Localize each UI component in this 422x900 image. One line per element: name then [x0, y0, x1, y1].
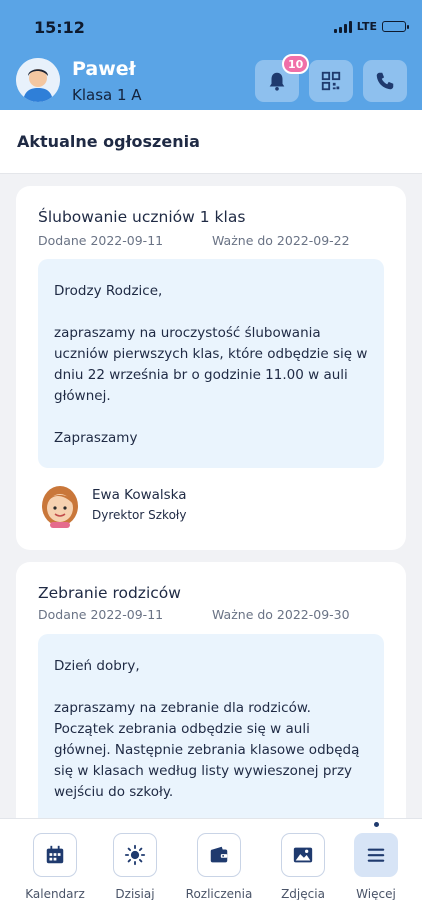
calendar-icon	[46, 845, 64, 864]
announcement-added-date: Dodane 2022-09-11	[38, 233, 164, 248]
signal-icon	[333, 20, 352, 33]
phone-icon	[376, 72, 394, 90]
active-tab-indicator	[374, 822, 379, 827]
notifications-badge: 10	[282, 54, 310, 74]
battery-icon	[382, 21, 409, 32]
qr-code-button[interactable]	[309, 60, 353, 102]
announcement-valid-date: Ważne do 2022-09-30	[212, 607, 350, 622]
message-paragraph: zapraszamy na uroczystość ślubowania ucz…	[54, 325, 368, 404]
message-paragraph: Dzień dobry,	[54, 658, 140, 674]
announcement-title: Zebranie rodziców	[38, 584, 181, 602]
app-header: 15:12 LTE Paweł Klasa 1 A 10	[0, 0, 422, 110]
announcement-message: Drodzy Rodzice, zapraszamy na uroczystoś…	[38, 259, 384, 468]
user-class: Klasa 1 A	[72, 86, 142, 104]
status-time: 15:12	[34, 18, 85, 37]
announcement-title: Ślubowanie uczniów 1 klas	[38, 208, 246, 226]
tab-label: Więcej	[356, 887, 396, 900]
author-role: Dyrektor Szkoły	[92, 508, 187, 522]
user-avatar[interactable]	[16, 58, 60, 102]
announcement-message: Dzień dobry, zapraszamy na zebranie dla …	[38, 634, 384, 834]
author-name: Ewa Kowalska	[92, 487, 187, 503]
tab-today[interactable]: Dzisiaj	[93, 833, 177, 900]
network-type: LTE	[356, 20, 377, 33]
author-avatar	[40, 484, 80, 528]
wallet-icon	[210, 846, 228, 863]
bottom-tab-bar: Kalendarz Dzisiaj Rozliczenia Zdjęcia Wi…	[0, 818, 422, 900]
tab-calendar[interactable]: Kalendarz	[13, 833, 97, 900]
qr-code-icon	[321, 71, 341, 91]
call-button[interactable]	[363, 60, 407, 102]
tab-label: Zdjęcia	[281, 887, 325, 900]
tab-photos[interactable]: Zdjęcia	[261, 833, 345, 900]
tab-more[interactable]: Więcej	[334, 833, 418, 900]
tab-label: Dzisiaj	[115, 887, 155, 900]
announcement-card[interactable]: Zebranie rodziców Dodane 2022-09-11 Ważn…	[16, 562, 406, 834]
user-name[interactable]: Paweł	[72, 58, 136, 80]
status-bar: 15:12 LTE	[0, 0, 422, 50]
tab-payments[interactable]: Rozliczenia	[177, 833, 261, 900]
message-paragraph: Zapraszamy	[54, 430, 138, 446]
bell-icon	[269, 72, 285, 91]
sun-icon	[124, 844, 146, 866]
announcement-added-date: Dodane 2022-09-11	[38, 607, 164, 622]
announcement-card[interactable]: Ślubowanie uczniów 1 klas Dodane 2022-09…	[16, 186, 406, 550]
section-title: Aktualne ogłoszenia	[17, 132, 200, 151]
announcement-valid-date: Ważne do 2022-09-22	[212, 233, 350, 248]
message-paragraph: Drodzy Rodzice,	[54, 283, 163, 299]
system-icons: LTE	[333, 20, 409, 33]
photo-icon	[293, 847, 313, 863]
tab-label: Rozliczenia	[185, 887, 253, 900]
message-paragraph: zapraszamy na zebranie dla rodziców. Poc…	[54, 700, 360, 800]
menu-icon	[367, 848, 385, 862]
tab-label: Kalendarz	[25, 887, 85, 900]
